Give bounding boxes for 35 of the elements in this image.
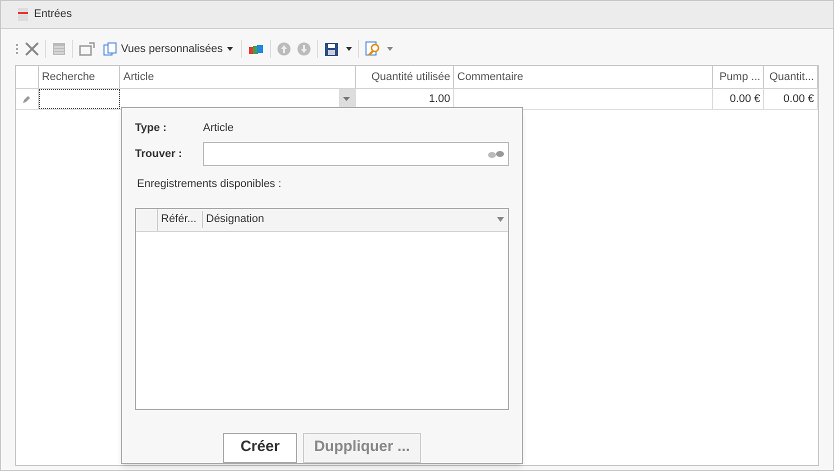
column-header[interactable]: Article: [120, 66, 356, 88]
save-icon[interactable]: [324, 42, 340, 56]
focused-cell[interactable]: [38, 89, 120, 109]
table-cell-text: 0.00 €: [730, 92, 760, 107]
copy-icon: [103, 42, 117, 56]
search-icon[interactable]: [364, 41, 381, 57]
tab-title: Entrées: [34, 7, 72, 22]
find-label: Trouver :: [135, 146, 184, 162]
window-icon[interactable]: [79, 42, 95, 56]
caret-icon[interactable]: [346, 47, 352, 51]
caret-icon: [343, 97, 350, 101]
column-header[interactable]: Référ...: [158, 211, 203, 228]
table-cell-text: 0.00 €: [783, 92, 814, 107]
binoculars-icon[interactable]: [487, 149, 505, 159]
column-header[interactable]: Commentaire: [454, 66, 713, 88]
column-header[interactable]: Recherche: [38, 66, 120, 88]
column-header[interactable]: Quantité utilisée: [356, 66, 454, 88]
dropdown-button[interactable]: [338, 89, 355, 109]
type-label: Type :: [135, 120, 168, 136]
table-icon[interactable]: [52, 42, 66, 56]
dialog-button[interactable]: Créer: [223, 432, 298, 462]
column-header[interactable]: Désignation: [203, 211, 497, 228]
column-header[interactable]: Quantit...: [764, 66, 818, 88]
custom-views-button[interactable]: Vues personnalisées: [101, 40, 235, 58]
find-field[interactable]: [203, 142, 509, 166]
column-header[interactable]: Pump ...: [712, 66, 764, 88]
document-icon: [18, 8, 28, 21]
grip-icon: [16, 44, 19, 54]
records-label: Enregistrements disponibles :: [137, 177, 282, 192]
filter-icon[interactable]: [497, 217, 504, 222]
caret-icon: [226, 47, 233, 51]
type-value: Article: [203, 120, 234, 136]
table-cell-text: 1.00: [428, 92, 450, 107]
color-blocks-icon[interactable]: [248, 43, 264, 55]
close-icon[interactable]: [25, 42, 39, 56]
